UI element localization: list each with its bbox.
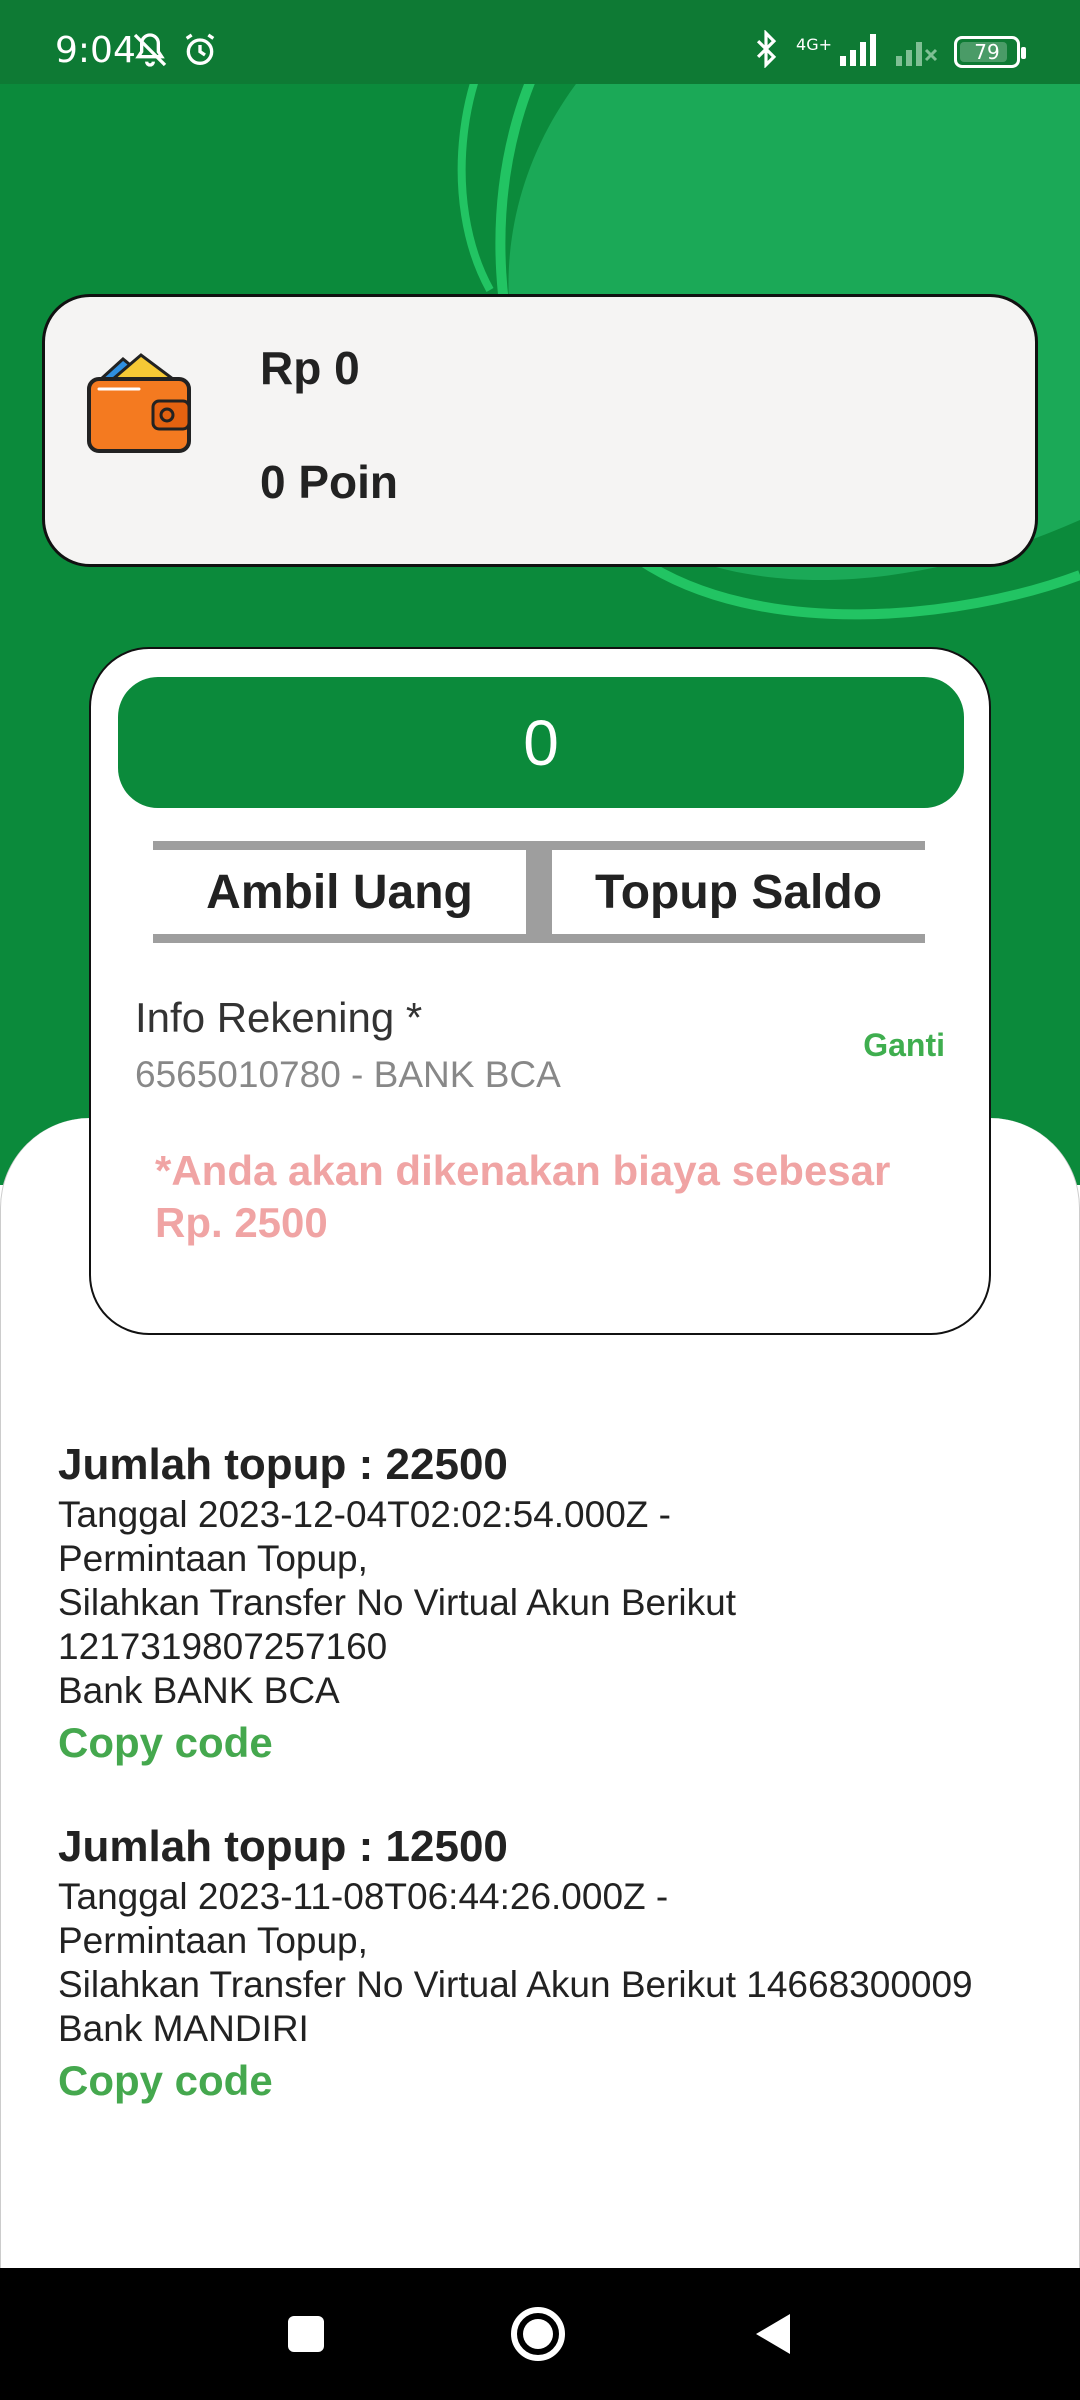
topup-instruction: Silahkan Transfer No Virtual Akun Beriku… [58, 1964, 973, 2005]
topup-bank: Bank MANDIRI [58, 2008, 309, 2049]
copy-code-button[interactable]: Copy code [58, 1715, 1038, 1771]
home-button[interactable] [478, 2268, 598, 2400]
list-item: Jumlah topup : 22500 Tanggal 2023-12-04T… [58, 1437, 1038, 1771]
transaction-form-card: 0 Ambil Uang Topup Saldo Info Rekening *… [89, 647, 991, 1335]
topup-history-list: Jumlah topup : 22500 Tanggal 2023-12-04T… [58, 1437, 1038, 2157]
back-button[interactable] [712, 2268, 832, 2400]
battery-level: 79 [974, 39, 1000, 64]
no-signal-icon [894, 32, 938, 71]
circle-icon [511, 2307, 565, 2361]
transaction-tabs: Ambil Uang Topup Saldo [153, 841, 925, 943]
topup-amount: Jumlah topup : 12500 [58, 1822, 508, 1871]
topup-date: Tanggal 2023-12-04T02:02:54.000Z - [58, 1494, 671, 1535]
bell-off-icon [130, 30, 170, 75]
navigation-bar [0, 2268, 1080, 2400]
tab-topup-saldo[interactable]: Topup Saldo [552, 850, 925, 934]
status-bar: 9:04 4G+ 79 [0, 0, 1080, 84]
balance-card: Rp 0 0 Poin [42, 294, 1038, 567]
copy-code-button[interactable]: Copy code [58, 2053, 1038, 2109]
balance-points: 0 Poin [260, 456, 399, 508]
change-account-button[interactable]: Ganti [863, 1027, 945, 1064]
network-type: 4G+ [796, 35, 832, 54]
topup-bank: Bank BANK BCA [58, 1670, 340, 1711]
amount-input[interactable]: 0 [118, 677, 964, 808]
alarm-icon [180, 30, 220, 75]
back-triangle-icon [756, 2314, 790, 2354]
recent-apps-button[interactable] [246, 2268, 366, 2400]
tab-divider [526, 850, 552, 934]
topup-status: Permintaan Topup, [58, 1538, 368, 1579]
topup-instruction: Silahkan Transfer No Virtual Akun Beriku… [58, 1582, 736, 1623]
tab-ambil-uang[interactable]: Ambil Uang [153, 850, 526, 934]
account-info-value: 6565010780 - BANK BCA [135, 1054, 561, 1095]
bluetooth-icon [752, 29, 780, 73]
list-item: Jumlah topup : 12500 Tanggal 2023-11-08T… [58, 1819, 1038, 2109]
topup-date: Tanggal 2023-11-08T06:44:26.000Z - [58, 1876, 669, 1917]
signal-icon [838, 32, 878, 71]
virtual-account-number: 1217319807257160 [58, 1626, 388, 1667]
square-icon [288, 2316, 324, 2352]
status-time: 9:04 [55, 30, 136, 71]
account-info-label: Info Rekening * [135, 994, 423, 1041]
topup-status: Permintaan Topup, [58, 1920, 368, 1961]
topup-amount: Jumlah topup : 22500 [58, 1440, 508, 1489]
balance-amount: Rp 0 [260, 342, 360, 394]
fee-notice: *Anda akan dikenakan biaya sebesar Rp. 2… [155, 1147, 891, 1246]
battery-icon: 79 [954, 35, 1026, 68]
wallet-icon [87, 353, 191, 453]
